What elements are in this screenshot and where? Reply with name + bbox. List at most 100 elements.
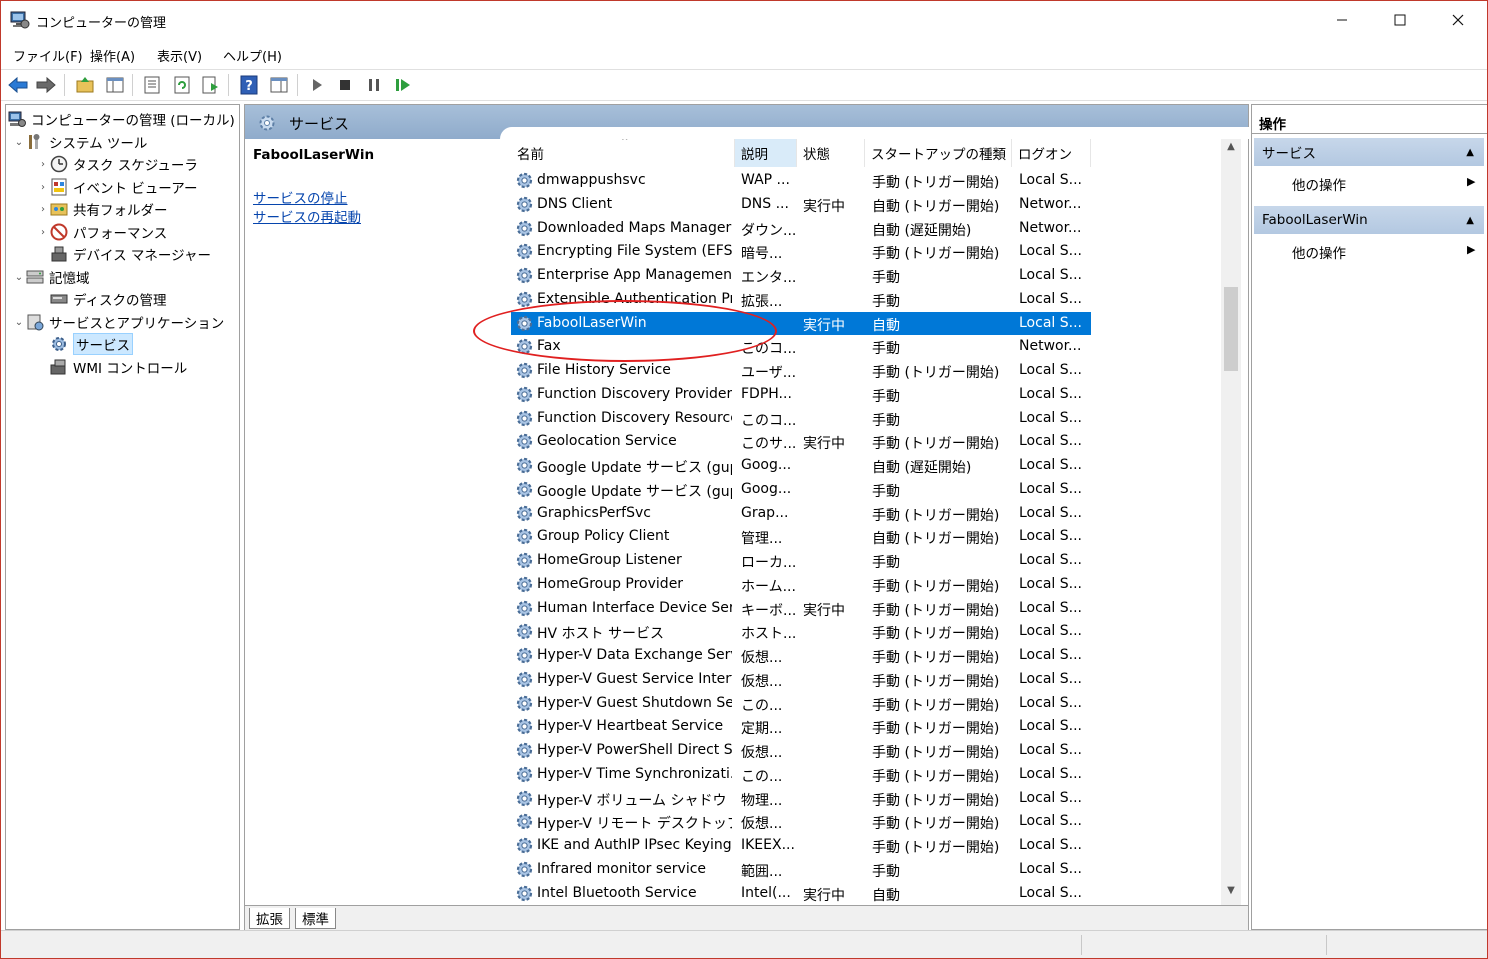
properties-button[interactable] — [142, 75, 162, 95]
chevron-down-icon[interactable]: ⌄ — [12, 272, 26, 283]
table-row[interactable]: FaboolLaserWin 実行中 自動 Local S... — [511, 311, 1091, 335]
services-apps-icon — [27, 314, 44, 331]
table-row[interactable]: Google Update サービス (gup... Goog... 自動 (遅延開… — [511, 454, 1091, 477]
tree-item-services-and-applications[interactable]: ⌄ サービスとアプリケーション — [12, 311, 224, 333]
tree-item-label: パフォーマンス — [73, 226, 168, 242]
table-row[interactable]: Human Interface Device Serv... キーボ... 実行中 手… — [511, 597, 1091, 620]
help-button[interactable]: ? — [239, 75, 259, 95]
table-row[interactable]: Geolocation Service このサ... 実行中 手動 (トリガー開始) L… — [511, 430, 1091, 453]
scrollbar-thumb[interactable] — [1224, 287, 1238, 371]
refresh-button[interactable] — [172, 75, 192, 95]
table-row[interactable]: HomeGroup Listener ローカ... 手動 Local S... — [511, 549, 1091, 572]
table-row[interactable]: Downloaded Maps Manager ダウン... 自動 (遅延開始) Ne… — [511, 217, 1091, 240]
scroll-up-icon[interactable]: ▲ — [1221, 141, 1241, 159]
action-pane-button[interactable] — [269, 75, 289, 95]
tree-item-wmi-control[interactable]: WMI コントロール — [36, 356, 187, 378]
column-header-name[interactable]: ^ 名前 — [511, 139, 735, 167]
table-row[interactable]: Hyper-V Data Exchange Serv... 仮想... 手動 (トリ… — [511, 644, 1091, 667]
close-button[interactable] — [1429, 1, 1487, 39]
service-description-cell: ホーム... — [741, 578, 796, 595]
table-row[interactable]: Google Update サービス (gup... Goog... 手動 Local… — [511, 478, 1091, 501]
tree-item-services[interactable]: サービス — [36, 333, 133, 355]
table-row[interactable]: Hyper-V Guest Service Interf... 仮想... 手動 (… — [511, 668, 1091, 691]
table-row[interactable]: Hyper-V PowerShell Direct S... 仮想... 手動 (ト… — [511, 739, 1091, 762]
table-row[interactable]: dmwappushsvc WAP ... 手動 (トリガー開始) Local S... — [511, 169, 1091, 192]
tab-standard[interactable]: 標準 — [295, 908, 336, 929]
tree-item-task-scheduler[interactable]: › タスク スケジューラ — [36, 153, 198, 175]
maximize-button[interactable] — [1371, 1, 1429, 39]
table-row[interactable]: Enterprise App Managemen... エンタ... 手動 Local… — [511, 264, 1091, 287]
column-header-logon[interactable]: ログオン — [1012, 139, 1091, 167]
more-actions-services[interactable]: 他の操作 — [1292, 174, 1346, 194]
table-row[interactable]: Hyper-V Time Synchronizati... この... 手動 (トリ… — [511, 763, 1091, 786]
service-name-cell: HV ホスト サービス — [537, 626, 665, 643]
table-row[interactable]: HV ホスト サービス ホスト... 手動 (トリガー開始) Local S... — [511, 620, 1091, 643]
chevron-right-icon[interactable]: › — [36, 159, 50, 170]
back-button[interactable] — [8, 75, 28, 95]
chevron-right-icon[interactable]: › — [36, 182, 50, 193]
column-header-startup-type[interactable]: スタートアップの種類 — [865, 139, 1012, 167]
column-header-status[interactable]: 状態 — [797, 139, 865, 167]
submenu-arrow-icon[interactable]: ▶ — [1467, 175, 1475, 188]
table-row[interactable]: Function Discovery Resource... このコ... 手動 Lo… — [511, 407, 1091, 430]
table-row[interactable]: DNS Client DNS ... 実行中 自動 (トリガー開始) Networ... — [511, 193, 1091, 216]
submenu-arrow-icon[interactable]: ▶ — [1467, 243, 1475, 256]
minimize-button[interactable] — [1313, 1, 1371, 39]
tree-item-shared-folders[interactable]: › 共有フォルダー — [36, 198, 168, 220]
chevron-down-icon[interactable]: ⌄ — [12, 317, 26, 328]
chevron-down-icon[interactable]: ⌄ — [12, 137, 26, 148]
collapse-up-icon[interactable]: ▲ — [1466, 215, 1474, 226]
tree-item-system-tools[interactable]: ⌄ システム ツール — [12, 131, 147, 153]
forward-button[interactable] — [36, 75, 56, 95]
table-row[interactable]: Infrared monitor service 範囲... 手動 Local S..… — [511, 858, 1091, 881]
stop-service-button[interactable] — [335, 75, 355, 95]
menu-file[interactable]: ファイル(F) — [13, 46, 83, 65]
service-startup-cell: 手動 — [872, 270, 900, 286]
pause-service-button[interactable] — [364, 75, 384, 95]
restart-service-link[interactable]: サービスの再起動 — [253, 206, 361, 226]
table-row[interactable]: Fax このコ... 手動 Networ... — [511, 335, 1091, 358]
tree-item-disk-management[interactable]: ディスクの管理 — [36, 288, 167, 310]
tree-item-performance[interactable]: › パフォーマンス — [36, 221, 167, 243]
tree-item-storage[interactable]: ⌄ 記憶域 — [12, 266, 90, 288]
tree-item-device-manager[interactable]: デバイス マネージャー — [36, 243, 211, 265]
table-row[interactable]: Function Discovery Provider ... FDPH... 手動… — [511, 383, 1091, 406]
table-row[interactable]: Hyper-V ボリューム シャドウ コピ... 物理... 手動 (トリガー開始)… — [511, 787, 1091, 810]
menu-action[interactable]: 操作(A) — [90, 46, 135, 65]
restart-service-button[interactable] — [393, 75, 413, 95]
table-row[interactable]: GraphicsPerfSvc Grap... 手動 (トリガー開始) Local S… — [511, 502, 1091, 525]
tree-item-event-viewer[interactable]: › イベント ビューアー — [36, 176, 197, 198]
column-label: 状態 — [803, 147, 830, 163]
actions-section-selected-service[interactable]: FaboolLaserWin ▲ — [1254, 206, 1484, 234]
menu-view[interactable]: 表示(V) — [157, 46, 202, 65]
stop-service-link[interactable]: サービスの停止 — [253, 187, 348, 207]
table-row[interactable]: IKE and AuthIP IPsec Keying ... IKEEX... 手… — [511, 834, 1091, 857]
tree-item-computer-management[interactable]: コンピューターの管理 (ローカル) — [8, 108, 235, 130]
collapse-up-icon[interactable]: ▲ — [1466, 147, 1474, 158]
table-row[interactable]: Extensible Authentication Pr... 拡張... 手動 Lo… — [511, 288, 1091, 311]
table-row[interactable]: Hyper-V Heartbeat Service 定期... 手動 (トリガー開始… — [511, 715, 1091, 738]
table-row[interactable]: Intel Bluetooth Service Intel(... 実行中 自動 Loc… — [511, 882, 1091, 905]
services-vertical-scrollbar[interactable]: ▲ ▼ — [1221, 139, 1241, 905]
chevron-right-icon[interactable]: › — [36, 204, 50, 215]
service-name-cell: Infrared monitor service — [537, 860, 707, 877]
table-row[interactable]: File History Service ユーザ... 手動 (トリガー開始) Loc… — [511, 359, 1091, 382]
more-actions-selected-service[interactable]: 他の操作 — [1292, 242, 1346, 262]
service-startup-cell: 手動 (トリガー開始) — [872, 697, 1000, 714]
service-startup-cell: 手動 (トリガー開始) — [872, 175, 1000, 191]
actions-section-services[interactable]: サービス ▲ — [1254, 138, 1484, 166]
scroll-down-icon[interactable]: ▼ — [1221, 885, 1241, 903]
chevron-right-icon[interactable]: › — [36, 227, 50, 238]
export-list-button[interactable] — [200, 75, 220, 95]
up-folder-button[interactable] — [75, 75, 95, 95]
table-row[interactable]: Hyper-V Guest Shutdown Se... この... 手動 (トリガ… — [511, 692, 1091, 715]
table-row[interactable]: HomeGroup Provider ホーム... 手動 (トリガー開始) Local… — [511, 573, 1091, 596]
table-row[interactable]: Encrypting File System (EFS) 暗号... 手動 (トリガ… — [511, 240, 1091, 263]
menu-help[interactable]: ヘルプ(H) — [223, 46, 282, 65]
start-service-button[interactable] — [307, 75, 327, 95]
show-hide-tree-button[interactable] — [105, 75, 125, 95]
column-header-description[interactable]: 説明 — [735, 139, 797, 167]
table-row[interactable]: Hyper-V リモート デスクトップ仮... 仮想... 手動 (トリガー開始) L… — [511, 810, 1091, 833]
table-row[interactable]: Group Policy Client 管理... 自動 (トリガー開始) Local… — [511, 525, 1091, 548]
tab-extended[interactable]: 拡張 — [249, 908, 290, 929]
